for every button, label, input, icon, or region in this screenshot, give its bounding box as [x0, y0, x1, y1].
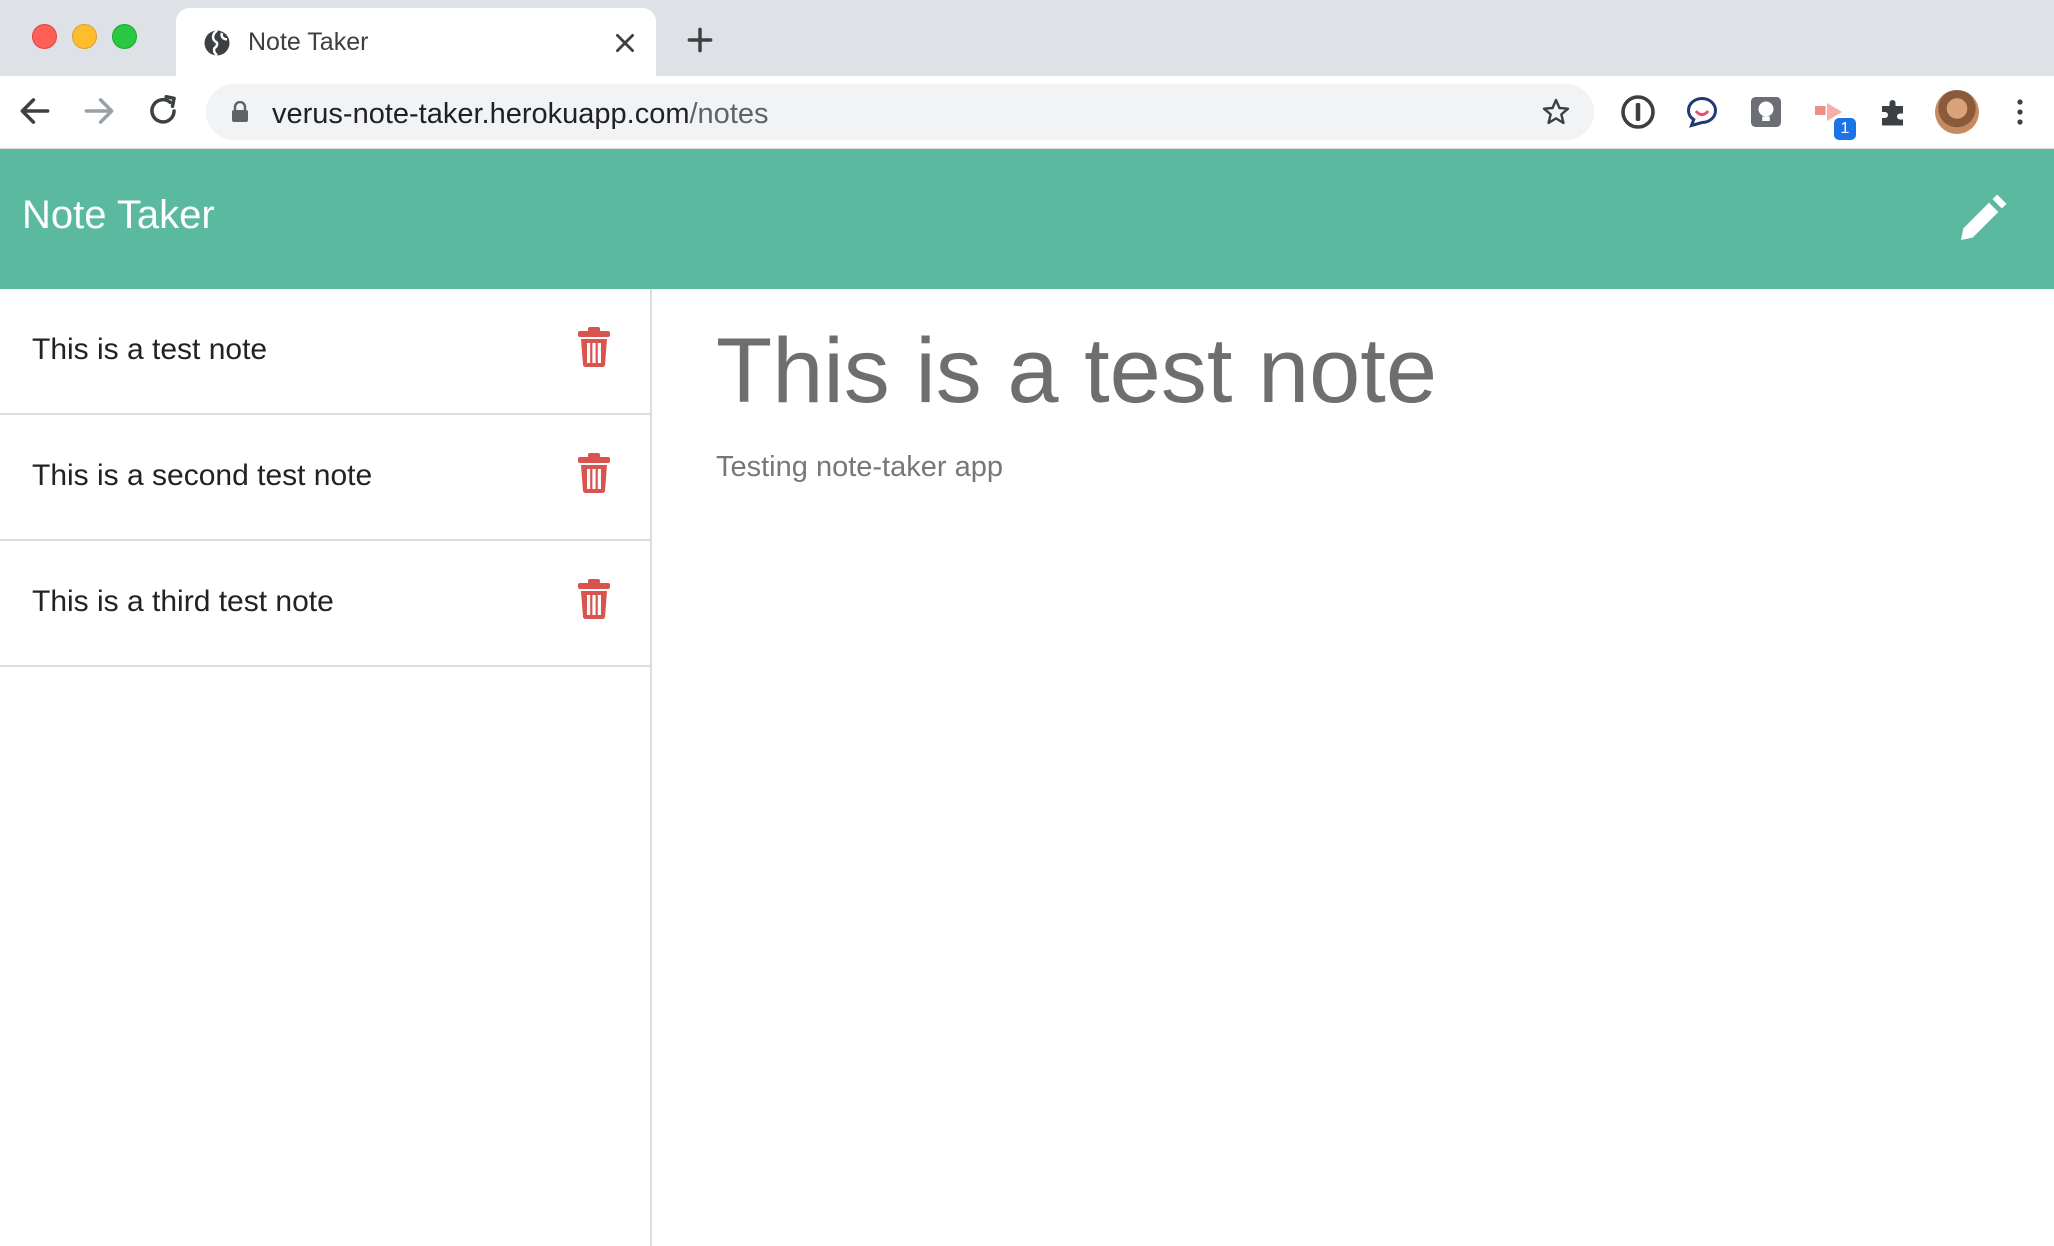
password-manager-extension-icon[interactable] — [1620, 94, 1656, 130]
browser-toolbar: verus-note-taker.herokuapp.com/notes 1 — [0, 76, 2054, 149]
list-item[interactable]: This is a second test note — [0, 415, 650, 541]
note-editor: This is a test note Testing note-taker a… — [652, 289, 2054, 1246]
url-path: /notes — [689, 98, 769, 130]
trash-icon[interactable] — [578, 453, 610, 493]
note-list-title[interactable]: This is a second test note — [32, 459, 372, 493]
address-bar[interactable]: verus-note-taker.herokuapp.com/notes — [206, 84, 1594, 140]
list-item[interactable]: This is a test note — [0, 289, 650, 415]
note-title-field[interactable]: This is a test note — [716, 319, 1437, 424]
window-minimize-button[interactable] — [72, 24, 97, 49]
lock-icon[interactable] — [230, 101, 250, 123]
note-list-title[interactable]: This is a test note — [32, 333, 267, 367]
window-close-button[interactable] — [32, 24, 57, 49]
browser-tab-active[interactable]: Note Taker — [176, 8, 656, 76]
notes-list: This is a test note This is a second tes… — [0, 289, 652, 1246]
extension-badge-count: 1 — [1834, 118, 1856, 140]
chat-extension-icon[interactable] — [1684, 94, 1720, 130]
forward-arrow-icon[interactable] — [80, 92, 118, 130]
url-text[interactable]: verus-note-taker.herokuapp.com/notes — [272, 98, 769, 131]
app-header: Note Taker — [0, 149, 2054, 289]
back-arrow-icon[interactable] — [16, 92, 54, 130]
trash-icon[interactable] — [578, 327, 610, 367]
new-note-pencil-icon[interactable] — [1954, 191, 2010, 247]
profile-avatar[interactable] — [1935, 90, 1979, 134]
reload-icon[interactable] — [144, 92, 182, 130]
note-text-area[interactable]: Testing note-taker app — [716, 451, 1003, 484]
window-zoom-button[interactable] — [112, 24, 137, 49]
bookmark-star-icon[interactable] — [1540, 96, 1572, 128]
app-title[interactable]: Note Taker — [22, 193, 215, 238]
idea-extension-icon[interactable] — [1748, 94, 1784, 130]
close-tab-icon[interactable] — [612, 30, 638, 56]
note-list-title[interactable]: This is a third test note — [32, 585, 334, 619]
new-tab-plus-icon[interactable] — [684, 24, 716, 56]
list-item[interactable]: This is a third test note — [0, 541, 650, 667]
tab-title: Note Taker — [248, 28, 369, 56]
url-domain: verus-note-taker.herokuapp.com — [272, 98, 690, 130]
trash-icon[interactable] — [578, 579, 610, 619]
browser-tab-strip: Note Taker — [0, 0, 2054, 76]
puzzle-extensions-icon[interactable] — [1876, 94, 1912, 130]
globe-icon — [204, 29, 230, 57]
browser-menu-dots-icon[interactable] — [2010, 96, 2030, 128]
